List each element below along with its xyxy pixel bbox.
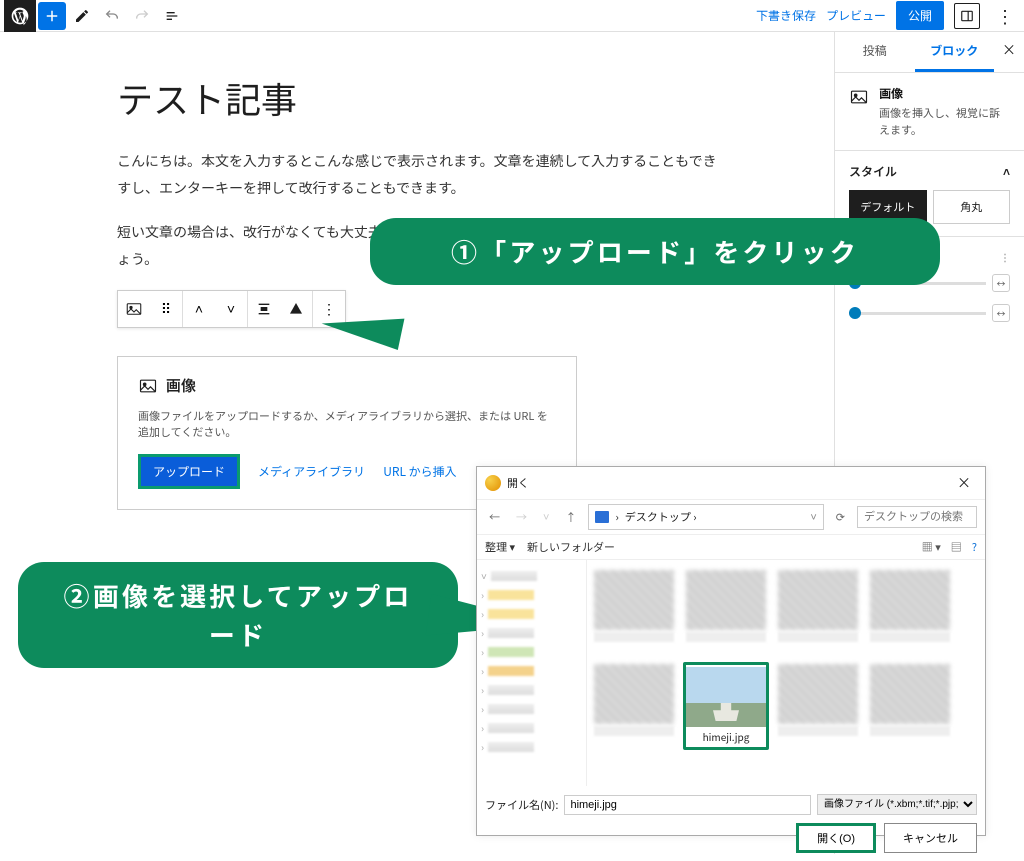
block-info: 画像 画像を挿入し、視覚に訴えます。 [849, 85, 1010, 138]
dimension-control[interactable]: ↔ [835, 298, 1024, 328]
replace-button[interactable] [280, 291, 312, 327]
save-draft-link[interactable]: 下書き保存 [756, 7, 816, 24]
cancel-button[interactable]: キャンセル [884, 823, 977, 853]
insert-from-url-link[interactable]: URL から挿入 [383, 463, 456, 480]
file-thumb[interactable] [775, 662, 861, 750]
filetype-select[interactable]: 画像ファイル (*.xbm;*.tif;*.pjp;*.a [817, 794, 977, 815]
file-thumb[interactable] [867, 662, 953, 750]
sidebar-close-button[interactable]: × [994, 32, 1024, 72]
path-breadcrumb[interactable]: › デスクトップ › ˅ [588, 504, 823, 530]
placeholder-title: 画像 [166, 375, 196, 396]
style-rounded-button[interactable]: 角丸 [933, 190, 1011, 224]
file-open-dialog: 開く × ← → ˅ ↑ › デスクトップ › ˅ ⟳ 整理 ▾ 新しいフォルダ… [476, 466, 986, 836]
style-panel-heading[interactable]: スタイル [849, 163, 897, 180]
media-library-link[interactable]: メディアライブラリ [258, 463, 365, 480]
nav-up-button[interactable]: ↑ [561, 507, 580, 527]
upload-button[interactable]: アップロード [138, 454, 240, 489]
move-up-button[interactable]: ˄ [183, 291, 215, 327]
view-tiles-button[interactable]: ▦ ▾ [922, 539, 941, 555]
refresh-button[interactable]: ⟳ [832, 507, 849, 527]
folder-tree[interactable]: ˅ › › › › › › › › › [477, 560, 587, 786]
paragraph-block[interactable]: こんにちは。本文を入力するとこんな感じで表示されます。文章を連続して入力すること… [117, 148, 717, 201]
filename-input[interactable] [564, 795, 811, 815]
annotation-callout-1: ①「アップロード」をクリック [370, 218, 940, 285]
organize-menu[interactable]: 整理 ▾ [485, 539, 515, 555]
dialog-close-button[interactable]: × [951, 473, 977, 493]
nav-forward-button[interactable]: → [512, 507, 531, 527]
file-thumb-selected[interactable]: himeji.jpg [683, 662, 769, 750]
block-type-button[interactable] [118, 291, 150, 327]
dialog-title: 開く [507, 475, 529, 491]
add-block-button[interactable] [38, 2, 66, 30]
edit-mode-button[interactable] [68, 2, 96, 30]
file-thumb[interactable] [867, 568, 953, 656]
panel-more-icon[interactable]: ⋮ [1000, 249, 1010, 264]
align-button[interactable] [248, 291, 280, 327]
wordpress-logo[interactable] [4, 0, 36, 32]
redo-button[interactable] [128, 2, 156, 30]
block-info-title: 画像 [879, 85, 1010, 103]
sidebar-toggle-button[interactable] [954, 3, 980, 29]
drive-icon [595, 511, 609, 523]
search-input[interactable] [857, 506, 977, 528]
more-menu-button[interactable]: ⋮ [990, 3, 1020, 29]
publish-button[interactable]: 公開 [896, 1, 944, 30]
dialog-icon [485, 475, 501, 491]
chevron-up-icon: ˄ [1003, 163, 1010, 180]
file-grid[interactable]: himeji.jpg [587, 560, 985, 786]
move-down-button[interactable]: ˅ [215, 291, 247, 327]
preview-link[interactable]: プレビュー [826, 7, 886, 24]
help-icon[interactable]: ? [972, 539, 977, 555]
file-thumb[interactable] [775, 568, 861, 656]
editor-top-toolbar: 下書き保存 プレビュー 公開 ⋮ [0, 0, 1024, 32]
post-title[interactable]: テスト記事 [117, 72, 717, 124]
filename-label: ファイル名(N): [485, 797, 558, 813]
nav-recent-button[interactable]: ˅ [539, 507, 553, 527]
view-list-button[interactable]: ▤ [951, 539, 962, 555]
annotation-callout-2: ②画像を選択してアップロード [18, 562, 458, 668]
outline-button[interactable] [158, 2, 186, 30]
image-icon [849, 87, 869, 107]
new-folder-button[interactable]: 新しいフォルダー [527, 539, 615, 555]
file-thumb[interactable] [591, 662, 677, 750]
file-thumb[interactable] [591, 568, 677, 656]
nav-back-button[interactable]: ← [485, 507, 504, 527]
placeholder-description: 画像ファイルをアップロードするか、メディアライブラリから選択、または URL を… [138, 408, 556, 440]
image-icon [138, 376, 158, 396]
drag-handle-button[interactable]: ⠿ [150, 291, 182, 327]
open-button[interactable]: 開く(O) [796, 823, 876, 853]
tab-block[interactable]: ブロック [915, 32, 995, 72]
block-info-desc: 画像を挿入し、視覚に訴えます。 [879, 105, 1000, 138]
tab-post[interactable]: 投稿 [835, 32, 915, 72]
file-thumb[interactable] [683, 568, 769, 656]
block-toolbar: ⠿ ˄ ˅ ⋮ [117, 290, 346, 328]
undo-button[interactable] [98, 2, 126, 30]
